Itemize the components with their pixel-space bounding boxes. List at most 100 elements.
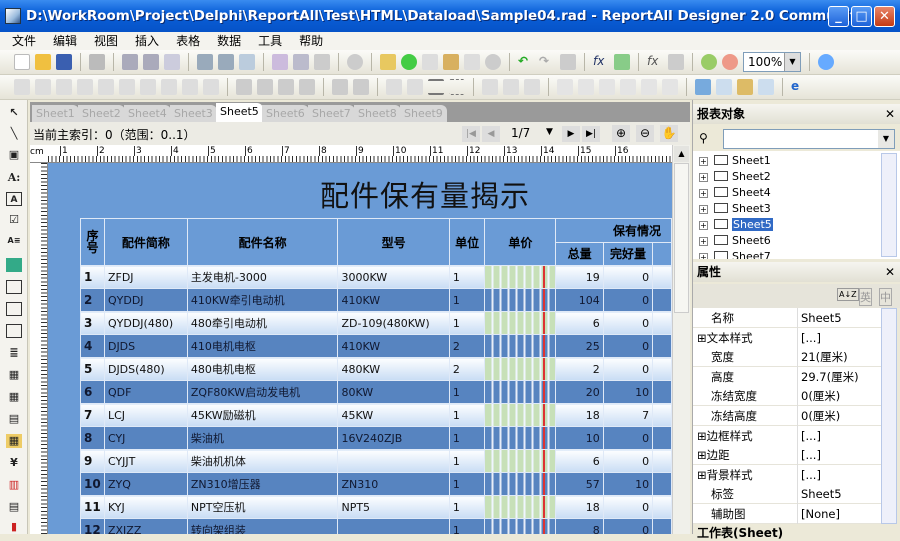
grid-tool-icon[interactable]: ▦ [6, 390, 22, 404]
cell-extra[interactable] [652, 380, 672, 404]
expand-icon[interactable]: ⊞ [697, 331, 707, 345]
database-icon[interactable] [293, 54, 309, 70]
cell-extra[interactable] [652, 265, 672, 289]
tab-sheet5[interactable]: Sheet5 [216, 103, 263, 122]
cell-price[interactable] [484, 334, 557, 358]
cell-unit[interactable]: 1 [448, 426, 486, 450]
zoom-select[interactable]: 100% ▼ [743, 52, 801, 72]
cell-total[interactable]: 18 [555, 403, 604, 427]
tree-item-sheet1[interactable]: + Sheet1 [699, 153, 771, 169]
add-icon[interactable] [401, 54, 417, 70]
property-row[interactable]: 冻结宽度 0(厘米) [693, 386, 881, 407]
cell-unit[interactable]: 1 [448, 518, 486, 534]
cell-seq[interactable]: 6 [80, 380, 105, 404]
expand-icon[interactable]: + [699, 173, 708, 182]
cell-price[interactable] [484, 426, 557, 450]
align-middle-icon[interactable] [35, 79, 51, 95]
cell-model[interactable]: 480KW [337, 357, 450, 381]
formula-check-icon[interactable]: fx [593, 54, 609, 70]
menu-0[interactable]: 文件 [10, 32, 45, 50]
insert-col-icon[interactable] [557, 79, 573, 95]
tree-item-sheet6[interactable]: + Sheet6 [699, 233, 771, 249]
matrix-tool-icon[interactable]: ▦ [6, 434, 22, 448]
preview-icon[interactable] [89, 54, 105, 70]
tree-item-sheet2[interactable]: + Sheet2 [699, 169, 771, 185]
tab-sheet7[interactable]: Sheet7 [308, 105, 355, 122]
table-row[interactable]: 6 QDF ZQF80KW启动发电机 80KW 1 20 10 [80, 380, 672, 404]
property-row[interactable]: ⊞边框样式 [...] [693, 425, 881, 446]
subreport-tool-icon[interactable]: ≣ [6, 346, 22, 360]
zoom-out-page-icon[interactable]: ⊖ [636, 125, 654, 142]
merge-icon[interactable] [482, 79, 498, 95]
cell-model[interactable]: 410KW [337, 334, 450, 358]
cell-seq[interactable]: 11 [80, 495, 105, 519]
cut-icon[interactable] [464, 54, 480, 70]
cell-total[interactable]: 18 [555, 495, 604, 519]
property-row[interactable]: 高度 29.7(厘米) [693, 366, 881, 387]
border-left-icon[interactable] [236, 79, 252, 95]
border-right-icon[interactable] [257, 79, 273, 95]
layer-icon[interactable] [614, 54, 630, 70]
cell-price[interactable] [484, 265, 557, 289]
close-icon[interactable]: ✕ [885, 262, 895, 282]
cell-part-name[interactable]: 480电机电枢 [186, 357, 339, 381]
cell-unit[interactable]: 1 [448, 495, 486, 519]
cell-price[interactable] [484, 449, 557, 473]
border-bottom-icon[interactable] [299, 79, 315, 95]
cell-model[interactable] [337, 518, 450, 534]
cell-model[interactable]: ZN310 [337, 472, 450, 496]
cell-extra[interactable] [652, 472, 672, 496]
expand-icon[interactable]: + [699, 189, 708, 198]
cell-part-name[interactable]: NPT空压机 [186, 495, 339, 519]
tab-sheet4[interactable]: Sheet4 [124, 105, 171, 122]
cell-good[interactable]: 0 [602, 426, 654, 450]
grid-icon[interactable] [386, 79, 402, 95]
tree-item-sheet7[interactable]: + Sheet7 [699, 249, 771, 259]
page-dropdown-icon[interactable]: ▼ [546, 127, 553, 137]
cell-short-name[interactable]: KYJ [103, 495, 188, 519]
shape-tool-icon[interactable]: ▣ [6, 148, 22, 162]
properties-icon[interactable] [668, 54, 684, 70]
record-icon[interactable] [347, 54, 363, 70]
property-value[interactable]: [...] [801, 426, 821, 446]
expand-icon[interactable]: + [699, 237, 708, 246]
hand-icon[interactable]: ✋ [660, 125, 678, 142]
open-icon[interactable] [35, 54, 51, 70]
align-right-icon[interactable] [119, 79, 135, 95]
cell-part-name[interactable]: 410KW牵引电动机 [186, 288, 339, 312]
cell-price[interactable] [484, 472, 557, 496]
cell-model[interactable]: NPT5 [337, 495, 450, 519]
export2-icon[interactable] [218, 54, 234, 70]
find-icon[interactable] [239, 54, 255, 70]
cell-seq[interactable]: 8 [80, 426, 105, 450]
move-row-icon[interactable] [641, 79, 657, 95]
chevron-down-icon[interactable]: ▼ [784, 53, 800, 71]
pointer-icon[interactable]: ↖ [6, 106, 22, 120]
table-row[interactable]: 12 ZXJZZ 转向架组装 1 8 0 [80, 518, 672, 534]
cell-extra[interactable] [652, 357, 672, 381]
close-icon[interactable]: ✕ [885, 104, 895, 124]
english-button[interactable]: 英 [859, 288, 872, 306]
menu-3[interactable]: 插入 [133, 32, 168, 50]
layout-icon[interactable] [758, 79, 774, 95]
insert-row-icon[interactable] [620, 79, 636, 95]
cell-extra[interactable] [652, 518, 672, 534]
next-page-button[interactable]: ▶ [562, 126, 580, 142]
textbox-tool-icon[interactable]: A [6, 192, 22, 206]
delete-row-icon[interactable] [662, 79, 678, 95]
table-tool-icon[interactable]: ▦ [6, 368, 22, 382]
line-tool-icon[interactable]: ╲ [6, 127, 22, 141]
table-row[interactable]: 8 CYJ 柴油机 16V240ZJB 1 10 0 [80, 426, 672, 450]
cell-good[interactable]: 0 [602, 288, 654, 312]
frame-tool-icon[interactable] [6, 280, 22, 294]
table-row[interactable]: 10 ZYQ ZN310增压器 ZN310 1 57 10 [80, 472, 672, 496]
cell-total[interactable]: 25 [555, 334, 604, 358]
cell-price[interactable] [484, 311, 557, 335]
insert-cell-icon[interactable] [599, 79, 615, 95]
property-value[interactable]: 0(厘米) [801, 406, 840, 426]
cell-seq[interactable]: 12 [80, 518, 105, 534]
report-title[interactable]: 配件保有量揭示 [310, 173, 540, 215]
cell-extra[interactable] [652, 334, 672, 358]
cell-model[interactable]: 16V240ZJB [337, 426, 450, 450]
align-bottom-icon[interactable] [56, 79, 72, 95]
